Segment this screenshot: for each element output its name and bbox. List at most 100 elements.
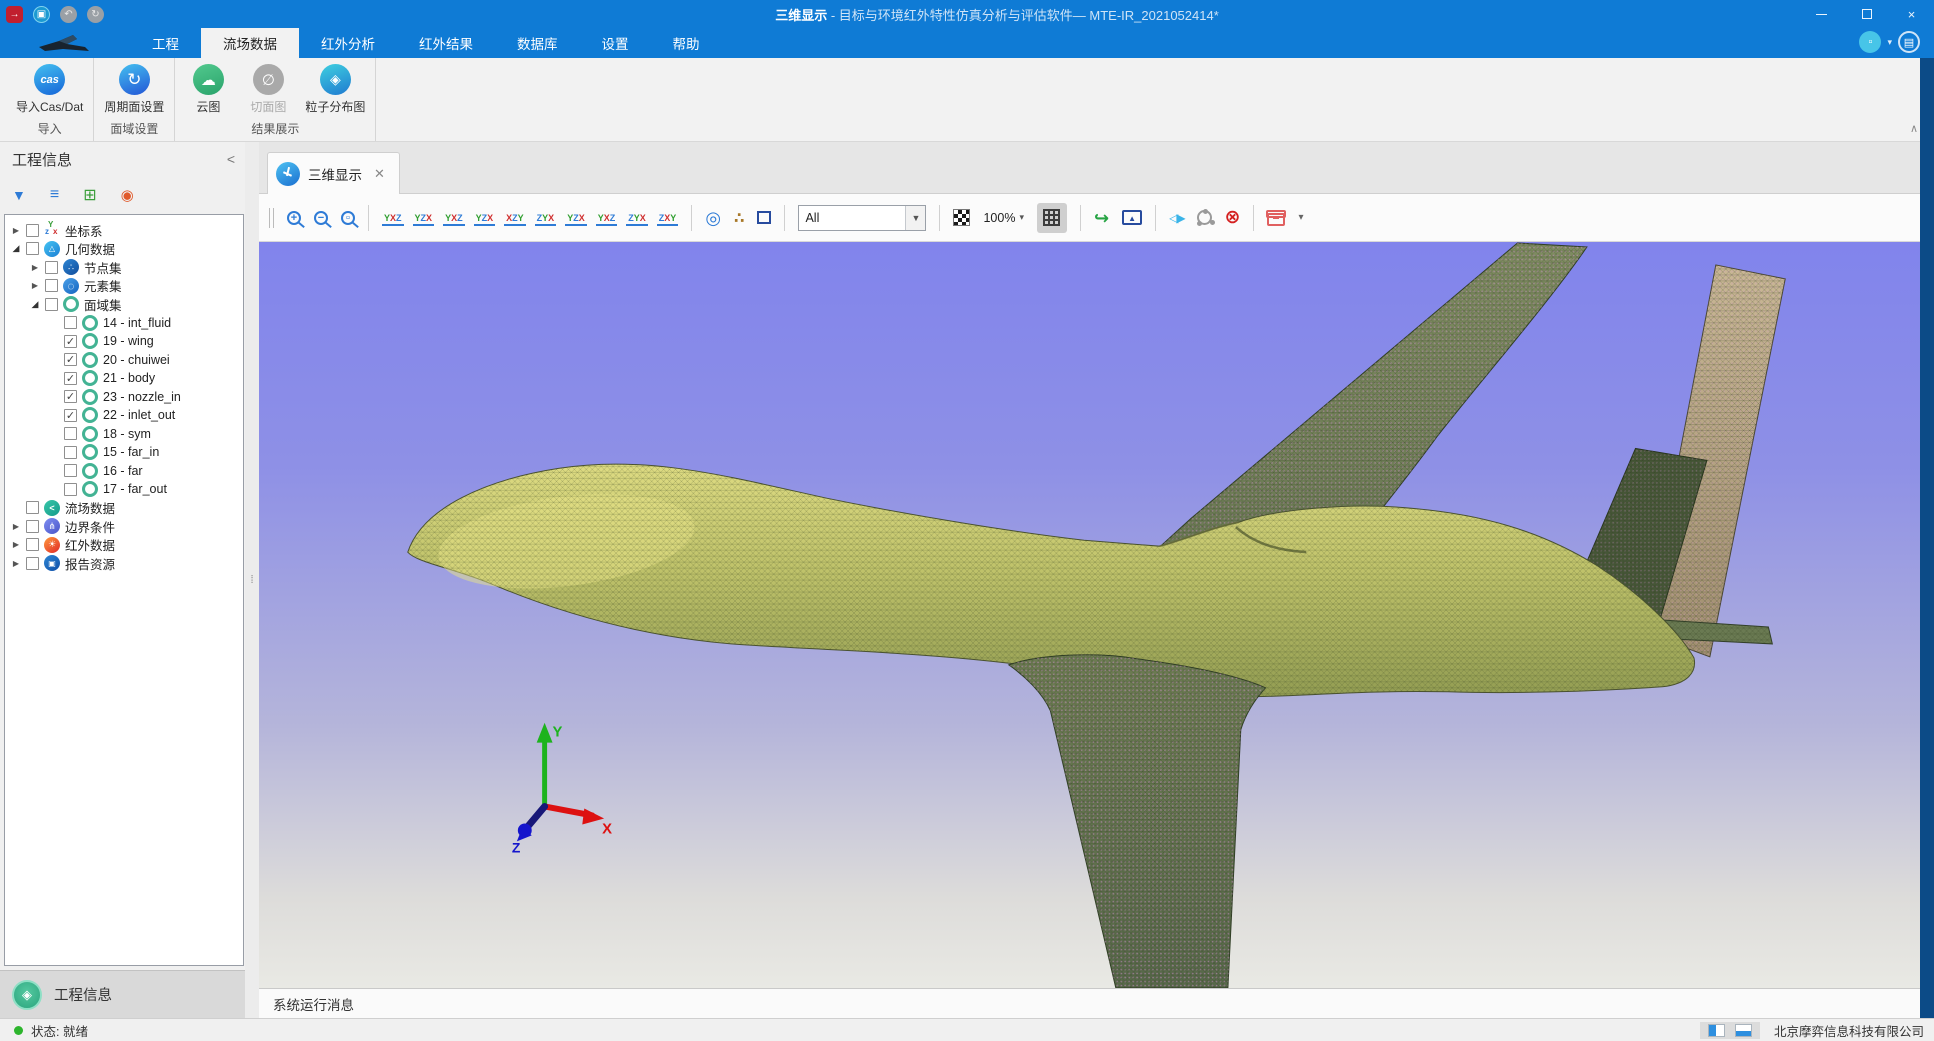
tree-item[interactable]: ▶Yzx坐标系 bbox=[5, 221, 243, 240]
view-orientation-icon-4[interactable]: YZX bbox=[474, 209, 496, 226]
archive-caret-icon[interactable]: ▾ bbox=[1298, 212, 1303, 223]
tree-item-checkbox[interactable] bbox=[64, 446, 77, 459]
cloud-button[interactable]: ☁云图 bbox=[185, 62, 231, 117]
menu-item-1[interactable]: 工程 bbox=[130, 28, 201, 58]
mirror-icon[interactable]: ◁▶ bbox=[1169, 211, 1183, 225]
tree-item-checkbox[interactable] bbox=[26, 224, 39, 237]
box-select-icon[interactable] bbox=[757, 211, 771, 224]
list-view-icon[interactable]: ≡ bbox=[50, 186, 59, 204]
display-filter-combobox[interactable]: All ▼ bbox=[798, 205, 926, 231]
tab-3d-view[interactable]: 三维显示 ✕ bbox=[267, 152, 400, 194]
probe-icon[interactable]: ◎ bbox=[705, 209, 721, 227]
zoom-in-icon[interactable]: + bbox=[287, 211, 301, 225]
layout-left-icon[interactable] bbox=[1708, 1024, 1725, 1037]
cycle-button[interactable]: ↻周期面设置 bbox=[104, 62, 164, 117]
window-switch-icon[interactable]: ▫ bbox=[1859, 31, 1881, 53]
tree-item[interactable]: ▶⋔边界条件 bbox=[5, 517, 243, 536]
tree-item-checkbox[interactable] bbox=[26, 557, 39, 570]
nodes-display-icon[interactable]: ∴ bbox=[734, 209, 744, 227]
viewport-3d[interactable]: Y X Z bbox=[259, 242, 1934, 988]
zoom-level-dropdown[interactable]: 100%▾ bbox=[983, 211, 1024, 225]
tree-expand-arrow-icon[interactable]: ▶ bbox=[11, 522, 21, 531]
tree-item-checkbox[interactable]: ✓ bbox=[64, 390, 77, 403]
tree-item[interactable]: ✓23 - nozzle_in bbox=[5, 388, 243, 407]
tree-item-checkbox[interactable] bbox=[26, 242, 39, 255]
particles-button[interactable]: ◈粒子分布图 bbox=[305, 62, 365, 117]
tree-item[interactable]: 14 - int_fluid bbox=[5, 314, 243, 333]
grid-view-icon[interactable]: ⊞ bbox=[83, 185, 96, 205]
tree-expand-arrow-icon[interactable]: ◢ bbox=[11, 243, 21, 254]
panel-collapse-icon[interactable]: < bbox=[227, 151, 235, 167]
tree-item[interactable]: ▶▣报告资源 bbox=[5, 554, 243, 573]
cancel-icon[interactable]: ⊗ bbox=[1225, 208, 1241, 227]
tree-item-checkbox[interactable] bbox=[64, 464, 77, 477]
menu-item-7[interactable]: 帮助 bbox=[651, 28, 722, 58]
panel-footer-button[interactable]: ◈ 工程信息 bbox=[0, 970, 245, 1018]
zoom-fit-icon[interactable]: ▫ bbox=[341, 211, 355, 225]
tree-item-checkbox[interactable]: ✓ bbox=[64, 353, 77, 366]
tree-item[interactable]: 16 - far bbox=[5, 462, 243, 481]
menu-item-2[interactable]: 流场数据 bbox=[201, 28, 299, 58]
orbit-nodes-icon[interactable] bbox=[1197, 210, 1212, 225]
view-orientation-icon-7[interactable]: YZX bbox=[565, 209, 587, 226]
tree-item-checkbox[interactable] bbox=[45, 298, 58, 311]
zoom-out-icon[interactable]: − bbox=[314, 211, 328, 225]
tree-item[interactable]: ✓21 - body bbox=[5, 369, 243, 388]
archive-box-icon[interactable] bbox=[1267, 213, 1285, 226]
export-arrow-icon[interactable]: ↪ bbox=[1094, 209, 1109, 227]
tree-item-checkbox[interactable] bbox=[45, 279, 58, 292]
tree-expand-arrow-icon[interactable]: ▶ bbox=[11, 559, 21, 568]
tree-item[interactable]: 17 - far_out bbox=[5, 480, 243, 499]
undo-icon[interactable]: ↶ bbox=[60, 6, 77, 23]
panel-splitter[interactable]: ⁞ bbox=[245, 142, 259, 1018]
tree-item[interactable]: 18 - sym bbox=[5, 425, 243, 444]
filter-icon[interactable]: ▼ bbox=[12, 187, 26, 203]
view-orientation-icon-1[interactable]: YXZ bbox=[382, 209, 404, 226]
menu-item-3[interactable]: 红外分析 bbox=[299, 28, 397, 58]
tree-item[interactable]: ✓19 - wing bbox=[5, 332, 243, 351]
tree-item[interactable]: <流场数据 bbox=[5, 499, 243, 518]
save-icon[interactable]: ▣ bbox=[33, 6, 50, 23]
view-orientation-icon-10[interactable]: ZXY bbox=[657, 209, 679, 226]
menu-item-4[interactable]: 红外结果 bbox=[397, 28, 495, 58]
cas-button[interactable]: cas导入Cas/Dat bbox=[16, 62, 83, 117]
tree-item[interactable]: ✓20 - chuiwei bbox=[5, 351, 243, 370]
tree-expand-arrow-icon[interactable]: ▶ bbox=[11, 540, 21, 549]
transparency-icon[interactable] bbox=[953, 209, 970, 226]
close-button[interactable]: × bbox=[1889, 0, 1934, 28]
tree-expand-arrow-icon[interactable]: ▶ bbox=[11, 226, 21, 235]
tree-item[interactable]: ▶◌元素集 bbox=[5, 277, 243, 296]
tree-item-checkbox[interactable] bbox=[26, 520, 39, 533]
tree-item-checkbox[interactable] bbox=[64, 316, 77, 329]
tree-item[interactable]: 15 - far_in bbox=[5, 443, 243, 462]
tree-item[interactable]: ◢面域集 bbox=[5, 295, 243, 314]
tree-item-checkbox[interactable] bbox=[45, 261, 58, 274]
tree-item-checkbox[interactable] bbox=[26, 501, 39, 514]
tree-item-checkbox[interactable] bbox=[64, 427, 77, 440]
tree-item[interactable]: ▶∴节点集 bbox=[5, 258, 243, 277]
toolbar-drag-handle[interactable] bbox=[269, 208, 274, 228]
view-orientation-icon-9[interactable]: ZYX bbox=[626, 209, 648, 226]
tree-item-checkbox[interactable]: ✓ bbox=[64, 335, 77, 348]
tree-item[interactable]: ◢△几何数据 bbox=[5, 240, 243, 259]
menu-item-5[interactable]: 数据库 bbox=[495, 28, 580, 58]
tree-item-checkbox[interactable] bbox=[26, 538, 39, 551]
combobox-arrow-icon[interactable]: ▼ bbox=[905, 206, 925, 230]
tree-item-checkbox[interactable]: ✓ bbox=[64, 372, 77, 385]
redo-icon[interactable]: ↻ bbox=[87, 6, 104, 23]
tree-item-checkbox[interactable] bbox=[64, 483, 77, 496]
maximize-button[interactable] bbox=[1844, 0, 1889, 28]
target-icon[interactable]: ◉ bbox=[121, 186, 134, 204]
chevron-down-icon[interactable]: ▾ bbox=[1887, 37, 1892, 48]
tree-item[interactable]: ✓22 - inlet_out bbox=[5, 406, 243, 425]
menu-item-6[interactable]: 设置 bbox=[580, 28, 651, 58]
ribbon-collapse-icon[interactable]: ∧ bbox=[1910, 122, 1918, 135]
help-book-icon[interactable]: ▤ bbox=[1898, 31, 1920, 53]
tree-expand-arrow-icon[interactable]: ◢ bbox=[30, 299, 40, 310]
tree-expand-arrow-icon[interactable]: ▶ bbox=[30, 281, 40, 290]
import-quick-icon[interactable]: → bbox=[6, 6, 23, 23]
minimize-button[interactable] bbox=[1799, 0, 1844, 28]
tab-close-icon[interactable]: ✕ bbox=[374, 166, 385, 182]
view-orientation-icon-2[interactable]: YZX bbox=[413, 209, 435, 226]
mesh-toggle-button[interactable] bbox=[1037, 203, 1067, 233]
